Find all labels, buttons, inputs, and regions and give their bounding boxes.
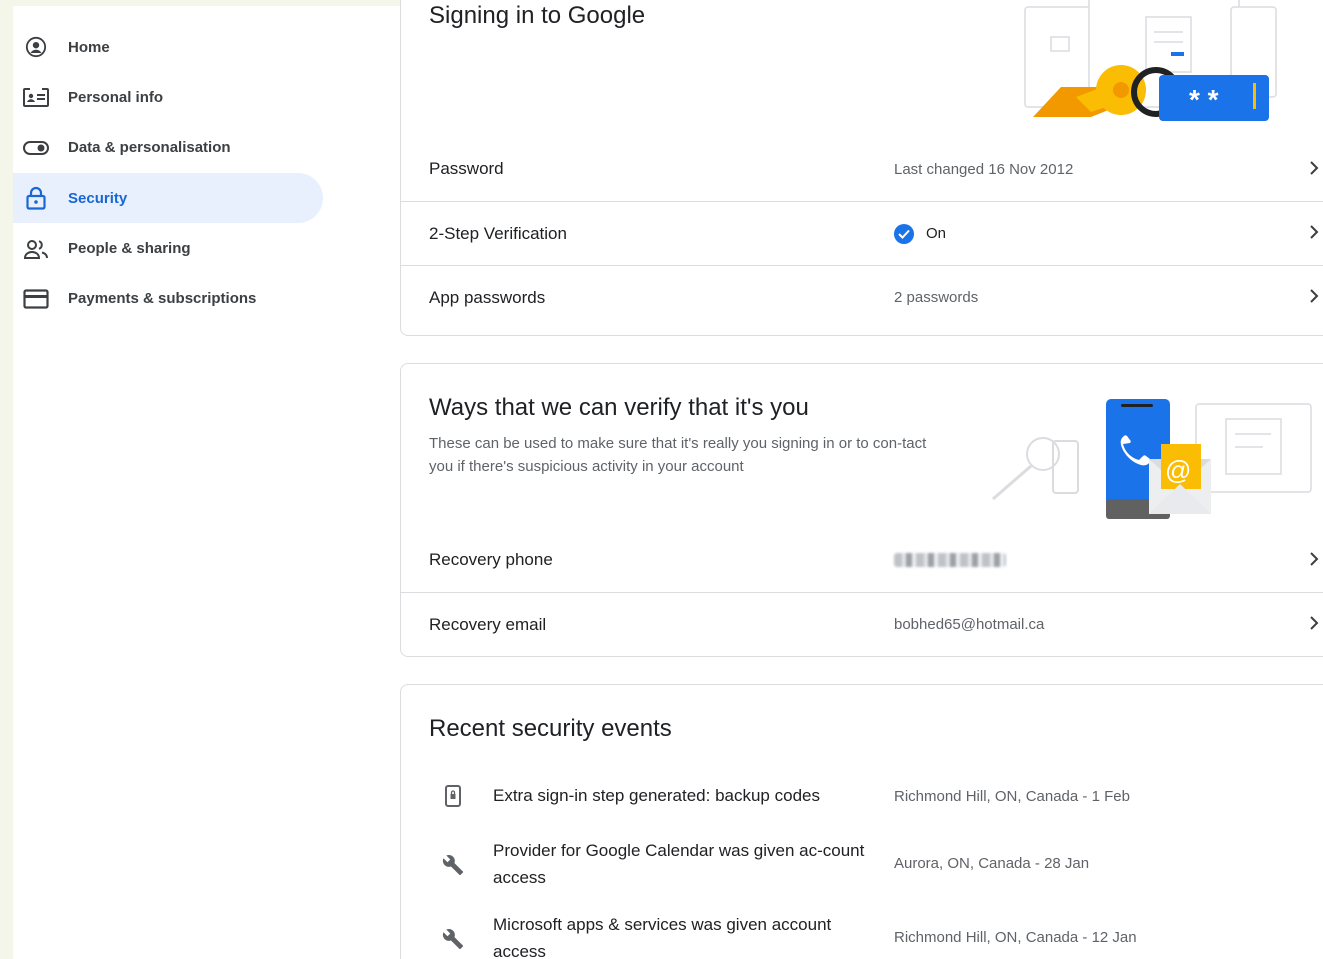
chevron-right-icon	[1309, 223, 1319, 244]
event-text: Provider for Google Calendar was given a…	[493, 841, 865, 887]
chevron-right-icon	[1309, 287, 1319, 308]
security-event-item[interactable]: Provider for Google Calendar was given a…	[401, 837, 1323, 893]
recovery-phone-row[interactable]: Recovery phone	[401, 528, 1323, 592]
sidebar-nav: Home Personal info Data & personalisatio…	[13, 22, 323, 324]
row-value: Last changed 16 Nov 2012	[894, 160, 1074, 178]
verify-illustration: @	[992, 399, 1312, 519]
sidebar-item-label: Data & personalisation	[68, 139, 231, 157]
row-label: Password	[429, 159, 504, 178]
event-location: Aurora, ON, Canada - 28 Jan	[894, 855, 1090, 872]
event-location: Richmond Hill, ON, Canada - 12 Jan	[894, 929, 1137, 946]
row-label: App passwords	[429, 287, 546, 307]
row-label: Recovery email	[429, 614, 547, 634]
check-circle-icon	[894, 223, 914, 244]
wrench-icon	[441, 853, 465, 877]
credit-card-icon	[22, 287, 50, 311]
lock-icon	[22, 186, 50, 210]
id-card-icon	[22, 85, 50, 109]
svg-text:* *: * *	[1189, 84, 1219, 115]
recovery-email-row[interactable]: Recovery email bobhed65@hotmail.ca	[401, 592, 1323, 656]
card-title: Recent security events	[429, 715, 672, 742]
sidebar-item-personal-info[interactable]: Personal info	[13, 72, 323, 122]
card-description: These can be used to make sure that it's…	[429, 435, 927, 475]
event-text: Extra sign-in step generated: backup cod…	[493, 786, 820, 805]
event-text: Microsoft apps & services was given acco…	[493, 915, 832, 959]
signing-in-illustration: * *	[1024, 0, 1277, 121]
account-circle-icon	[22, 35, 50, 59]
two-step-verification-row[interactable]: 2-Step Verification On	[401, 201, 1323, 265]
sidebar-item-payments-subscriptions[interactable]: Payments & subscriptions	[13, 274, 323, 324]
sidebar-item-home[interactable]: Home	[13, 22, 323, 72]
app-passwords-row[interactable]: App passwords 2 passwords	[401, 265, 1323, 329]
status-on-text: On	[926, 225, 947, 242]
chevron-right-icon	[1309, 614, 1319, 635]
chevron-right-icon	[1309, 550, 1319, 571]
toggle-icon	[22, 136, 50, 160]
event-location: Richmond Hill, ON, Canada - 1 Feb	[894, 788, 1130, 805]
verify-identity-card: Ways that we can verify that it's you Th…	[400, 363, 1323, 657]
phone-lock-icon	[441, 784, 465, 808]
row-label: Recovery phone	[429, 550, 553, 569]
row-value: bobhed65@hotmail.ca	[894, 616, 1045, 633]
sidebar-item-label: Home	[68, 38, 110, 56]
security-event-item[interactable]: Extra sign-in step generated: backup cod…	[401, 780, 1323, 810]
recent-security-events-card: Recent security events Extra sign-in ste…	[400, 684, 1323, 959]
row-value: On	[894, 223, 947, 244]
sidebar-item-label: Personal info	[68, 88, 164, 106]
security-event-item[interactable]: Microsoft apps & services was given acco…	[401, 911, 1323, 959]
people-icon	[22, 237, 50, 261]
sidebar-item-label: People & sharing	[68, 240, 191, 258]
sidebar-item-security[interactable]: Security	[13, 173, 323, 224]
signing-in-card: Signing in to Google * * Password Last c…	[400, 0, 1323, 336]
sidebar-item-label: Payments & subscriptions	[68, 290, 257, 308]
row-value: 2 passwords	[894, 289, 979, 306]
sidebar-item-label: Security	[68, 189, 128, 207]
sidebar-item-data-personalisation[interactable]: Data & personalisation	[13, 123, 323, 173]
chevron-right-icon	[1309, 159, 1319, 180]
row-label: 2-Step Verification	[429, 223, 567, 243]
redacted-phone-number	[894, 553, 1006, 567]
svg-text:@: @	[1165, 455, 1191, 485]
password-row[interactable]: Password Last changed 16 Nov 2012	[401, 137, 1323, 201]
row-value	[894, 553, 1006, 567]
card-title: Ways that we can verify that it's you	[429, 394, 809, 421]
card-title: Signing in to Google	[429, 2, 646, 29]
wrench-icon	[441, 927, 465, 951]
sidebar-item-people-sharing[interactable]: People & sharing	[13, 224, 323, 274]
account-page: Home Personal info Data & personalisatio…	[13, 0, 1323, 959]
